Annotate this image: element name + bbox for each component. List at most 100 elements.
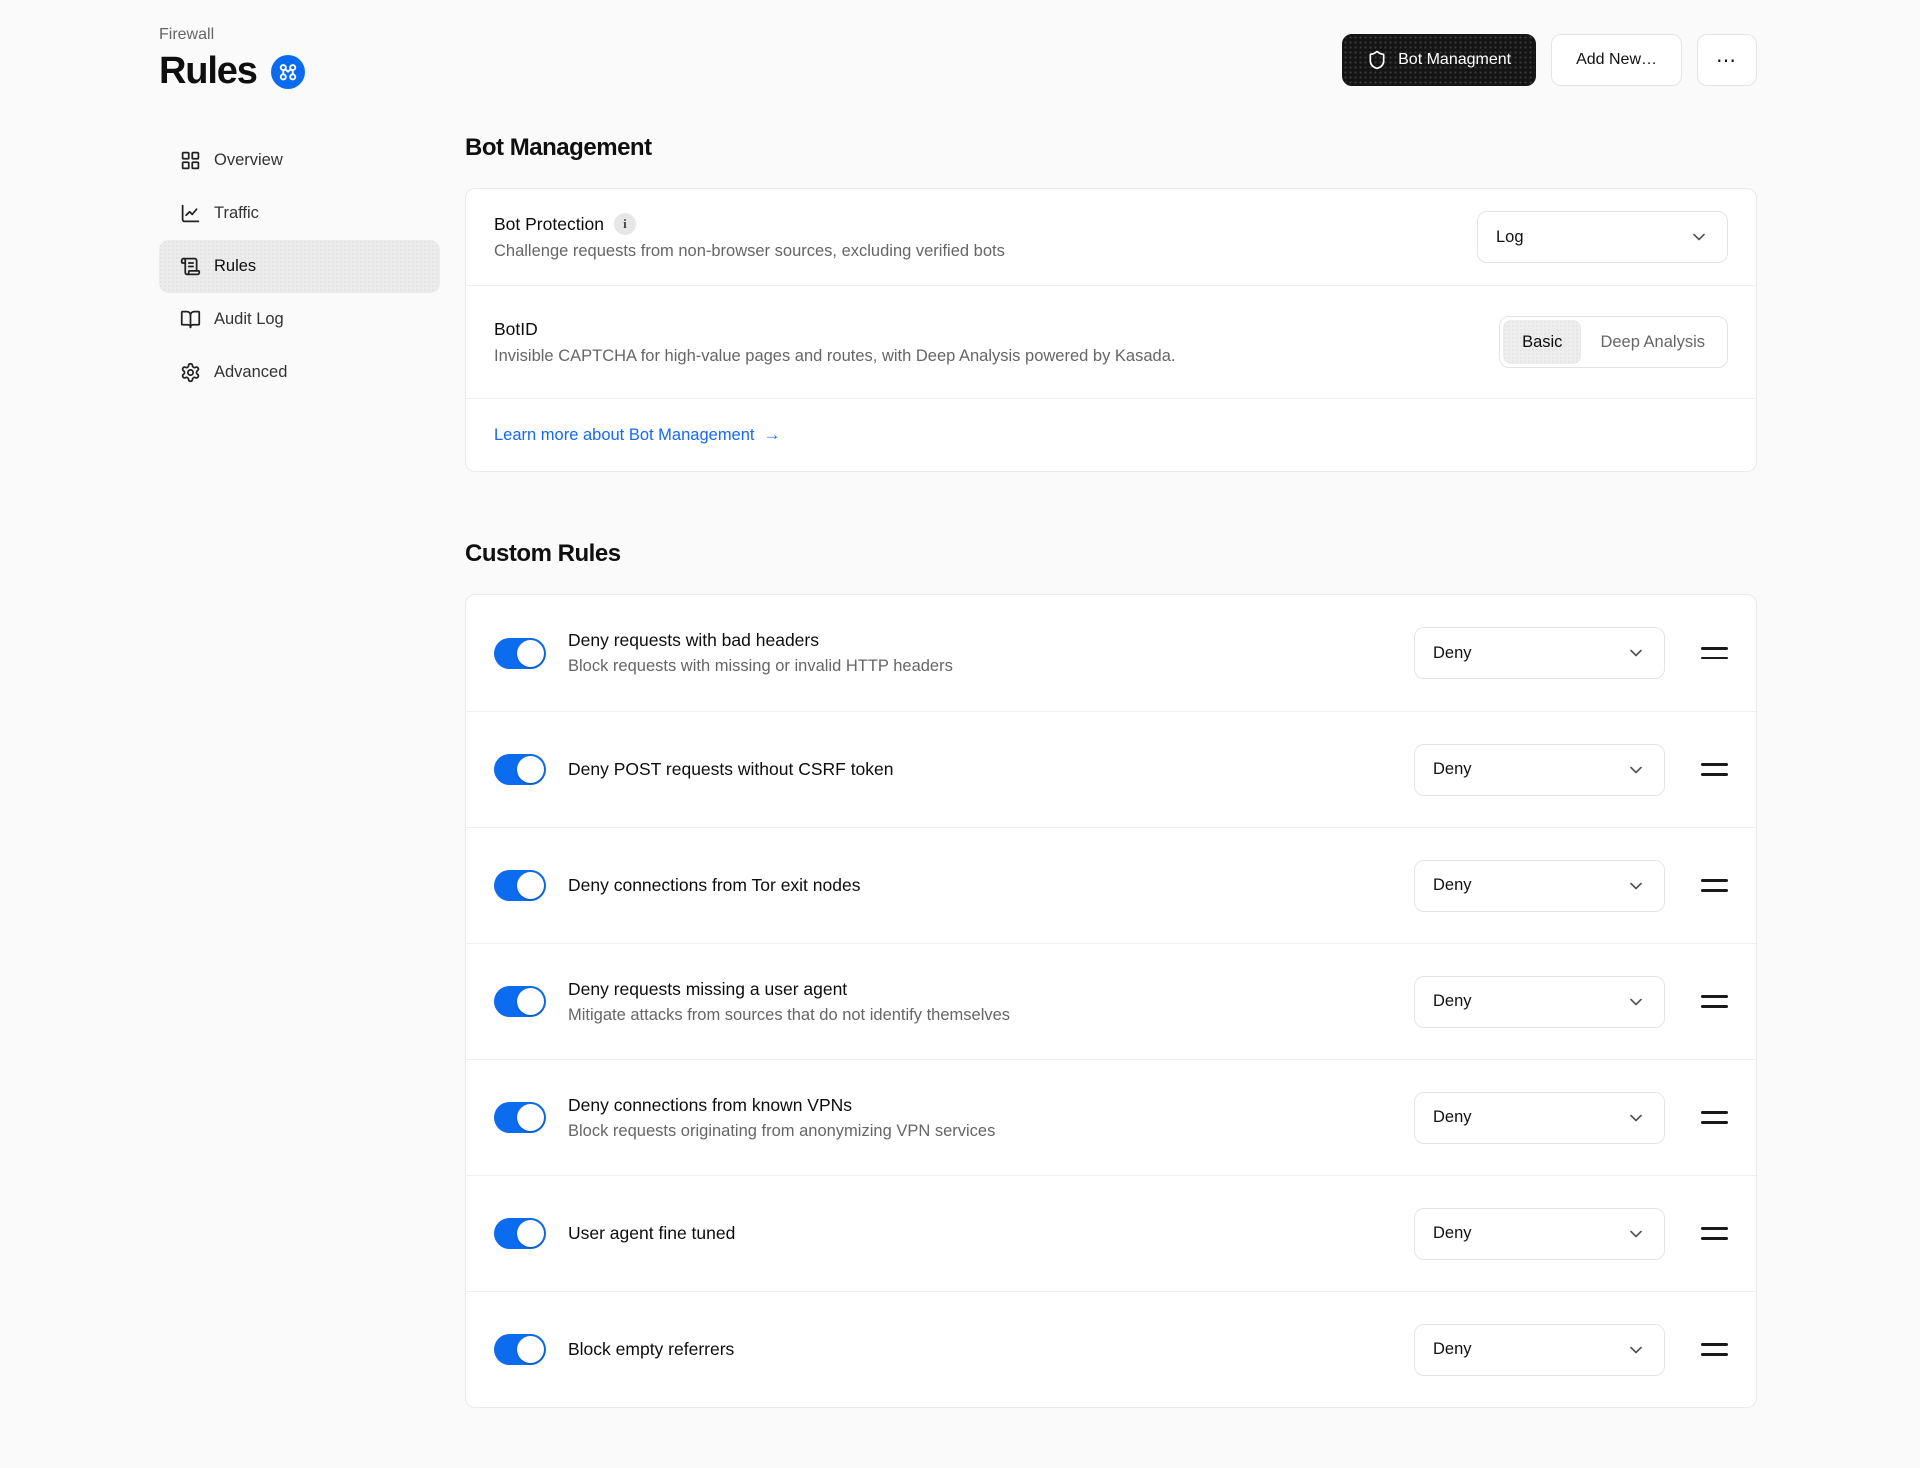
learn-more-link[interactable]: Learn more about Bot Management → [494,425,781,445]
info-icon[interactable]: i [614,213,636,235]
sidebar-item-label: Rules [214,257,256,276]
sidebar-item-rules[interactable]: Rules [159,240,440,293]
custom-rule-row: Deny connections from Tor exit nodes Den… [466,827,1756,943]
select-value: Deny [1433,1108,1472,1127]
sidebar-item-label: Traffic [214,204,259,223]
custom-rule-row: Deny requests with bad headers Block req… [466,595,1756,711]
rule-enabled-toggle[interactable] [494,1334,546,1365]
sidebar-item-traffic[interactable]: Traffic [159,187,440,240]
custom-rule-row: Block empty referrers Deny [466,1291,1756,1407]
chevron-down-icon [1626,1224,1646,1244]
rule-action-select[interactable]: Deny [1414,976,1665,1028]
custom-rule-row: Deny requests missing a user agent Mitig… [466,943,1756,1059]
drag-handle[interactable] [1701,1339,1728,1359]
botid-row: BotID Invisible CAPTCHA for high-value p… [466,285,1756,398]
rule-title: Deny requests missing a user agent [568,979,1390,1000]
toggle-knob [517,640,544,667]
rule-enabled-toggle[interactable] [494,754,546,785]
select-value: Deny [1433,1340,1472,1359]
toggle-knob [517,988,544,1015]
scroll-icon [180,256,201,277]
rule-action-select[interactable]: Deny [1414,1092,1665,1144]
rules-branch-icon [271,55,305,89]
add-new-button-label: Add New… [1576,51,1657,69]
toggle-knob [517,756,544,783]
custom-rule-row: User agent fine tuned Deny [466,1175,1756,1291]
line-chart-icon [180,203,201,224]
drag-handle[interactable] [1701,759,1728,779]
sidebar-item-advanced[interactable]: Advanced [159,346,440,399]
segment-label: Basic [1522,333,1562,352]
bot-management-button-label: Bot Managment [1398,51,1511,69]
grid-icon [180,150,201,171]
arrow-right-icon: → [764,425,781,445]
toggle-knob [517,1336,544,1363]
drag-handle[interactable] [1701,643,1728,663]
sidebar-item-overview[interactable]: Overview [159,134,440,187]
select-value: Deny [1433,1224,1472,1243]
rule-enabled-toggle[interactable] [494,986,546,1017]
title-block: Firewall Rules [159,26,305,93]
sidebar: Overview Traffic Rules [159,134,440,1408]
segment-basic[interactable]: Basic [1503,320,1581,364]
more-options-button[interactable]: ⋯ [1697,34,1757,86]
drag-handle[interactable] [1701,875,1728,895]
chevron-down-icon [1626,992,1646,1012]
rule-enabled-toggle[interactable] [494,870,546,901]
bot-management-card: Bot Protection i Challenge requests from… [465,188,1757,472]
bot-management-button[interactable]: Bot Managment [1342,34,1536,86]
rule-title: Deny connections from Tor exit nodes [568,875,1390,896]
bot-protection-description: Challenge requests from non-browser sour… [494,242,1005,261]
chevron-down-icon [1626,876,1646,896]
rule-enabled-toggle[interactable] [494,1218,546,1249]
rule-action-select[interactable]: Deny [1414,1208,1665,1260]
custom-rules-card: Deny requests with bad headers Block req… [465,594,1757,1408]
bot-protection-row: Bot Protection i Challenge requests from… [466,189,1756,285]
select-value: Log [1496,228,1524,247]
open-book-icon [180,309,201,330]
header-actions: Bot Managment Add New… ⋯ [1342,34,1757,86]
firewall-rules-page: Firewall Rules [0,0,1920,1468]
rule-action-select[interactable]: Deny [1414,744,1665,796]
rule-enabled-toggle[interactable] [494,1102,546,1133]
rule-title: Block empty referrers [568,1339,1390,1360]
select-value: Deny [1433,876,1472,895]
add-new-button[interactable]: Add New… [1551,34,1682,86]
select-value: Deny [1433,992,1472,1011]
bot-protection-title: Bot Protection [494,214,604,235]
botid-mode-segmented-control: Basic Deep Analysis [1499,316,1728,368]
shield-icon [1367,50,1387,70]
rule-title: Deny connections from known VPNs [568,1095,1390,1116]
rule-action-select[interactable]: Deny [1414,860,1665,912]
gear-icon [180,362,201,383]
rule-description: Block requests originating from anonymiz… [568,1122,1390,1141]
drag-handle[interactable] [1701,991,1728,1011]
main-content: Bot Management Bot Protection i Challeng… [465,134,1757,1408]
bot-protection-mode-select[interactable]: Log [1477,211,1728,263]
toggle-knob [517,1220,544,1247]
botid-description: Invisible CAPTCHA for high-value pages a… [494,347,1175,366]
drag-handle[interactable] [1701,1223,1728,1243]
sidebar-item-audit-log[interactable]: Audit Log [159,293,440,346]
rule-enabled-toggle[interactable] [494,638,546,669]
page-title: Rules [159,50,257,93]
top-bar: Firewall Rules [159,26,1757,93]
bot-management-heading: Bot Management [465,134,1757,162]
custom-rule-row: Deny POST requests without CSRF token De… [466,711,1756,827]
segment-deep-analysis[interactable]: Deep Analysis [1581,320,1724,364]
chevron-down-icon [1626,643,1646,663]
rule-description: Block requests with missing or invalid H… [568,657,1390,676]
rule-title: Deny POST requests without CSRF token [568,759,1390,780]
rule-action-select[interactable]: Deny [1414,1324,1665,1376]
ellipsis-icon: ⋯ [1716,48,1738,73]
custom-rule-row: Deny connections from known VPNs Block r… [466,1059,1756,1175]
select-value: Deny [1433,644,1472,663]
chevron-down-icon [1689,227,1709,247]
toggle-knob [517,1104,544,1131]
segment-label: Deep Analysis [1600,333,1705,352]
sidebar-item-label: Audit Log [214,310,284,329]
drag-handle[interactable] [1701,1107,1728,1127]
learn-more-row: Learn more about Bot Management → [466,398,1756,471]
rule-action-select[interactable]: Deny [1414,627,1665,679]
chevron-down-icon [1626,1340,1646,1360]
